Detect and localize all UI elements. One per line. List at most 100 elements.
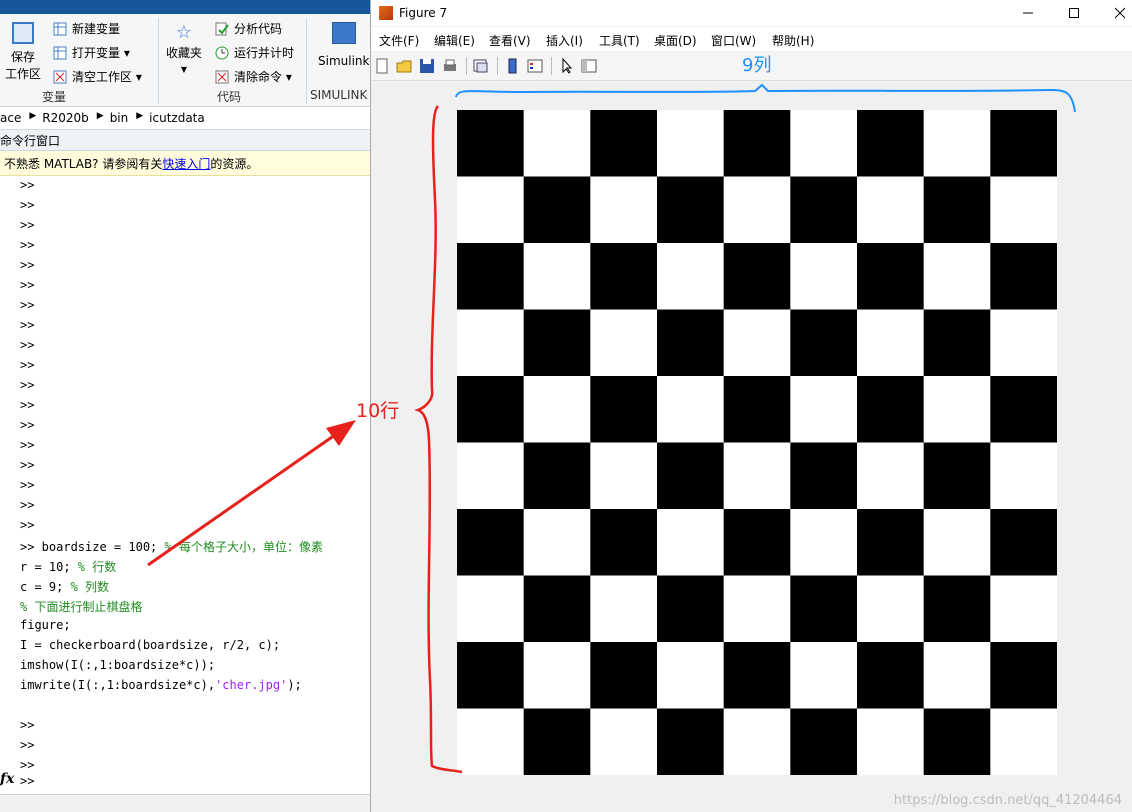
board-square xyxy=(790,110,858,177)
analyze-code-button[interactable]: 分析代码 xyxy=(214,20,282,37)
empty-prompt: >> xyxy=(20,338,35,352)
board-square xyxy=(990,376,1057,443)
empty-prompt: >> xyxy=(20,378,35,392)
simulink-label: Simulink xyxy=(318,54,370,68)
run-and-time-icon xyxy=(214,45,230,61)
menu-item[interactable]: 插入(I) xyxy=(546,32,583,49)
group-code-label: 代码 xyxy=(217,90,242,104)
open-icon[interactable] xyxy=(396,58,412,74)
breadcrumb-item[interactable]: R2020b xyxy=(42,111,89,125)
code-text: imwrite(I(:,1:boardsize*c), xyxy=(20,678,216,692)
link-icon[interactable] xyxy=(473,58,489,74)
board-square xyxy=(657,176,725,244)
code-comment: % 列数 xyxy=(70,580,110,594)
pointer-icon[interactable] xyxy=(559,58,575,74)
empty-prompt: >> xyxy=(20,758,35,772)
code-line: imshow(I(:,1:boardsize*c)); xyxy=(20,658,215,672)
minimize-button[interactable] xyxy=(1005,0,1051,26)
maximize-button[interactable] xyxy=(1051,0,1097,26)
board-square xyxy=(457,708,525,775)
board-square xyxy=(723,442,791,510)
menu-item[interactable]: 文件(F) xyxy=(379,32,419,49)
breadcrumb-separator-icon: ▶ xyxy=(29,111,37,121)
board-square xyxy=(523,176,591,244)
open-variable-button[interactable]: 打开变量 ▾ xyxy=(52,44,130,61)
board-square xyxy=(857,110,925,177)
save-workspace-label: 保存 xyxy=(10,50,35,64)
run-and-time-label: 运行并计时 xyxy=(234,46,295,60)
code-line: imwrite(I(:,1:boardsize*c),'cher.jpg'); xyxy=(20,678,302,692)
empty-prompt: >> xyxy=(20,518,35,532)
clear-workspace-button[interactable]: 清空工作区 ▾ xyxy=(52,68,142,85)
code-line: >> boardsize = 100; % 每个格子大小，单位：像素 xyxy=(20,538,323,555)
board-square xyxy=(723,509,791,576)
quick-start-link[interactable]: 快速入门 xyxy=(162,155,210,172)
board-square xyxy=(923,708,991,775)
new-variable-button[interactable]: 新建变量 xyxy=(52,20,120,37)
board-square xyxy=(590,243,658,310)
breadcrumb-item[interactable]: ace xyxy=(0,111,21,125)
board-square xyxy=(923,110,991,177)
board-square xyxy=(457,575,525,643)
menu-item[interactable]: 桌面(D) xyxy=(654,32,697,49)
save-icon[interactable] xyxy=(419,58,435,74)
menu-item[interactable]: 帮助(H) xyxy=(772,32,814,49)
code-comment: % 行数 xyxy=(77,560,117,574)
board-square xyxy=(790,708,858,775)
current-folder-path[interactable]: ace ▶ R2020b ▶ bin ▶ icutzdata xyxy=(0,107,370,130)
open-variable-label: 打开变量 ▾ xyxy=(72,46,130,60)
empty-prompt: >> xyxy=(20,198,35,212)
colorbar-icon[interactable] xyxy=(505,58,521,74)
run-and-time-button[interactable]: 运行并计时 xyxy=(214,44,294,61)
new-icon[interactable] xyxy=(374,58,390,74)
menu-item[interactable]: 查看(V) xyxy=(489,32,531,49)
group-separator xyxy=(306,18,307,104)
code-line: % 下面进行制止棋盘格 xyxy=(20,598,142,615)
empty-prompt: >> xyxy=(20,278,35,292)
board-square xyxy=(723,642,791,709)
property-icon[interactable] xyxy=(581,58,597,74)
code-text: ); xyxy=(287,678,302,692)
board-square xyxy=(790,376,858,443)
breadcrumb-item[interactable]: bin xyxy=(110,111,129,125)
board-square xyxy=(657,110,725,177)
clear-commands-icon xyxy=(214,69,230,85)
breadcrumb[interactable]: ace ▶ R2020b ▶ bin ▶ icutzdata xyxy=(0,111,205,125)
print-icon[interactable] xyxy=(442,58,458,74)
breadcrumb-separator-icon: ▶ xyxy=(136,111,144,121)
notice-text-suffix: 的资源。 xyxy=(210,156,259,171)
board-square xyxy=(723,309,791,377)
figure-titlebar: Figure 7 xyxy=(371,0,1132,26)
board-square xyxy=(857,642,925,709)
toolbar-separator xyxy=(551,57,552,75)
breadcrumb-item[interactable]: icutzdata xyxy=(149,111,205,125)
board-square xyxy=(457,376,525,443)
ribbon-toolstrip: 保存 工作区 新建变量 打开变量 ▾ 清空工作区 ▾ 变量 ☆ 收藏夹 ▼ 分析… xyxy=(0,14,370,107)
save-workspace-button[interactable]: 保存 工作区 xyxy=(4,22,42,82)
board-square xyxy=(457,509,525,576)
code-line: c = 9; % 列数 xyxy=(20,578,109,595)
menu-item[interactable]: 窗口(W) xyxy=(711,32,756,49)
favorites-button[interactable]: ☆ 收藏夹 ▼ xyxy=(164,22,204,74)
board-square xyxy=(657,243,725,310)
status-bar xyxy=(0,794,370,812)
group-separator xyxy=(158,18,159,104)
board-square xyxy=(723,376,791,443)
menu-item[interactable]: 工具(T) xyxy=(599,32,640,49)
close-button[interactable] xyxy=(1097,0,1132,26)
command-window[interactable]: >> >> >> >> >> >> >> >> >> >> >> >> >> >> >> >> >> >> >> b… xyxy=(0,176,370,798)
command-prompt[interactable]: >> xyxy=(20,774,34,788)
board-square xyxy=(990,243,1057,310)
fx-icon[interactable]: fx xyxy=(0,771,14,787)
notice-text-prefix: 不熟悉 MATLAB? 请参阅有关 xyxy=(4,156,163,171)
board-square xyxy=(990,708,1057,775)
clear-commands-button[interactable]: 清除命令 ▾ xyxy=(214,68,292,85)
group-simulink-label: SIMULINK xyxy=(310,88,368,102)
analyze-code-icon xyxy=(214,21,230,37)
menu-item[interactable]: 编辑(E) xyxy=(434,32,475,49)
legend-icon[interactable] xyxy=(527,58,543,74)
favorites-label: 收藏夹 xyxy=(165,46,202,60)
board-square xyxy=(457,442,525,510)
simulink-button[interactable]: Simulink xyxy=(318,22,369,68)
board-square xyxy=(457,110,525,177)
